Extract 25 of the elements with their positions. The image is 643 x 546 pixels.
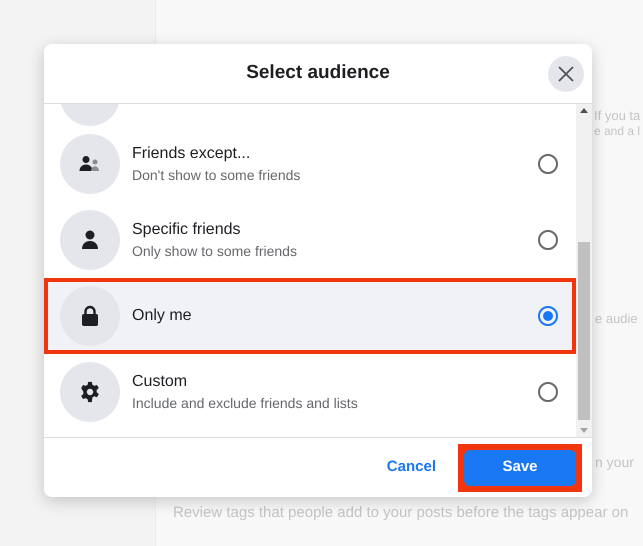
close-button[interactable] — [548, 56, 584, 92]
option-title: Friends except... — [132, 144, 252, 164]
close-icon — [558, 66, 574, 82]
save-button[interactable]: Save — [464, 450, 576, 486]
scrollbar-thumb[interactable] — [578, 242, 590, 420]
dialog-title: Select audience — [246, 61, 390, 86]
radio-button[interactable] — [538, 230, 558, 250]
radio-button[interactable] — [538, 382, 558, 402]
radio-button[interactable] — [538, 306, 558, 326]
lock-icon — [81, 305, 99, 327]
option-description: Don't show to some friends — [132, 166, 302, 185]
option-title: Specific friends — [132, 220, 242, 240]
gear-icon — [79, 381, 101, 403]
people-icon — [79, 155, 101, 173]
option-title: Only me — [132, 306, 193, 326]
scrollbar[interactable] — [576, 104, 592, 437]
cancel-button[interactable]: Cancel — [378, 450, 444, 485]
option-title: Custom — [132, 372, 188, 392]
radio-button[interactable] — [538, 154, 558, 174]
option-description: Include and exclude friends and lists — [132, 394, 359, 413]
person-icon — [81, 230, 99, 250]
scroll-up-icon — [580, 108, 588, 113]
scroll-down-icon — [580, 428, 588, 433]
audience-option[interactable]: Only me — [44, 278, 576, 354]
option-description: Only show to some friends — [132, 242, 298, 261]
